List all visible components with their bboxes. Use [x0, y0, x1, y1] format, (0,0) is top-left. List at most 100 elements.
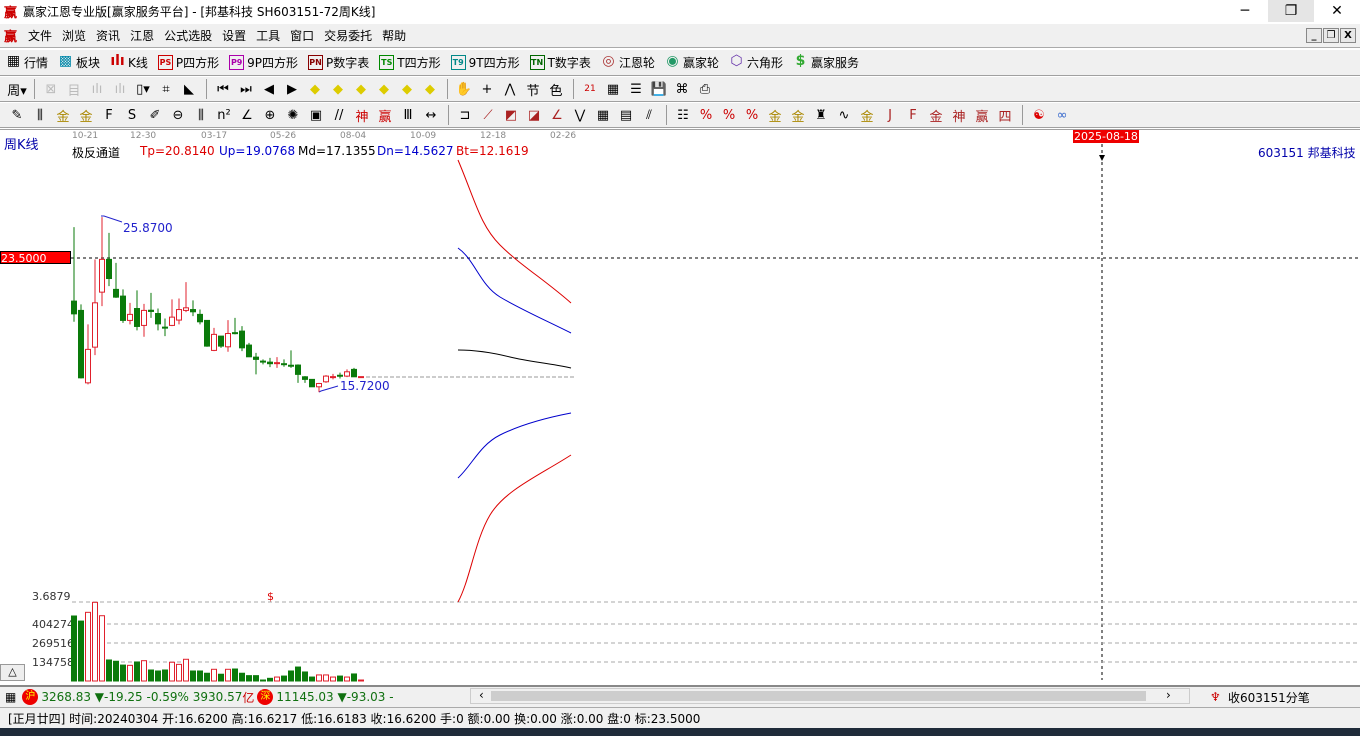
- toolbar-button-kline[interactable]: ılı K线: [110, 54, 148, 71]
- menu-item[interactable]: 文件: [23, 27, 57, 44]
- toolbar-button-dollar[interactable]: $ 赢家服务: [793, 54, 859, 71]
- pen-icon[interactable]: ✎: [6, 104, 28, 126]
- fib-icon[interactable]: F: [98, 104, 120, 126]
- last-icon[interactable]: ⏭: [235, 78, 257, 100]
- hand-icon[interactable]: ✋: [453, 78, 475, 100]
- vlines-icon[interactable]: ⫼: [29, 104, 51, 126]
- calendar-icon[interactable]: 21: [579, 78, 601, 100]
- slant-icon[interactable]: //: [328, 104, 350, 126]
- color-icon[interactable]: 色: [545, 78, 567, 100]
- grid-icon[interactable]: ▦: [592, 104, 614, 126]
- menu-item[interactable]: 窗口: [285, 27, 319, 44]
- print-icon[interactable]: ⎙: [694, 78, 716, 100]
- four-fan-icon[interactable]: 四: [994, 104, 1016, 126]
- n2-icon[interactable]: n²: [213, 104, 235, 126]
- gold-icon[interactable]: 金: [52, 104, 74, 126]
- toolbar-button-p9[interactable]: P9 9P四方形: [229, 54, 298, 71]
- target-icon[interactable]: ⊕: [259, 104, 281, 126]
- fan-icon[interactable]: ⟋: [477, 104, 499, 126]
- jie-icon[interactable]: 节: [522, 78, 544, 100]
- fan2-icon[interactable]: ◩: [500, 104, 522, 126]
- menu-item[interactable]: 公式选股: [159, 27, 217, 44]
- gann-fan-icon[interactable]: ∠: [546, 104, 568, 126]
- compass-icon[interactable]: ✺: [282, 104, 304, 126]
- minimize-button[interactable]: ─: [1222, 0, 1268, 22]
- toolbar-button-hexagon[interactable]: ⬡ 六角形: [729, 54, 783, 71]
- spiral-icon[interactable]: S: [121, 104, 143, 126]
- scroll-left-button[interactable]: ‹: [479, 688, 484, 702]
- square-icon[interactable]: ▣: [305, 104, 327, 126]
- mdi-close-button[interactable]: X: [1340, 28, 1356, 43]
- color-chart-icon[interactable]: ◣: [178, 78, 200, 100]
- diamond-vshrink-icon[interactable]: ◆: [396, 78, 418, 100]
- next-icon[interactable]: ▶: [281, 78, 303, 100]
- box-icon[interactable]: ⊐: [454, 104, 476, 126]
- menu-item[interactable]: 设置: [217, 27, 251, 44]
- quote-table-icon[interactable]: ▦: [5, 690, 16, 704]
- peak-icon[interactable]: ⋀: [499, 78, 521, 100]
- toolbar-button-ps[interactable]: PS P四方形: [157, 54, 219, 71]
- shenzhen-badge[interactable]: 深: [257, 689, 274, 705]
- gold-lines-icon[interactable]: 金: [787, 104, 809, 126]
- period-week-icon[interactable]: 周▾: [6, 78, 28, 100]
- scrollbar-thumb[interactable]: [491, 691, 1146, 701]
- toolbar-button-ts[interactable]: TS T四方形: [379, 54, 441, 71]
- toolbar-button-tn[interactable]: TN T数字表: [529, 54, 591, 71]
- save-icon[interactable]: 💾: [648, 78, 670, 100]
- close-button[interactable]: ✕: [1314, 0, 1360, 22]
- calculator-icon[interactable]: ▦: [602, 78, 624, 100]
- measure-icon[interactable]: ↔: [420, 104, 442, 126]
- mdi-minimize-button[interactable]: _: [1306, 28, 1322, 43]
- yinyang-icon[interactable]: ☯: [1028, 104, 1050, 126]
- percent-icon[interactable]: %: [718, 104, 740, 126]
- scroll-right-button[interactable]: ›: [1166, 688, 1171, 702]
- notes-icon[interactable]: ☰: [625, 78, 647, 100]
- menu-item[interactable]: 工具: [251, 27, 285, 44]
- infinity-icon[interactable]: ∞: [1051, 104, 1073, 126]
- disabled-tool-icon[interactable]: ⊠: [40, 78, 62, 100]
- j-fan-icon[interactable]: J: [879, 104, 901, 126]
- shanghai-badge[interactable]: 沪: [22, 689, 39, 705]
- vlines2-icon[interactable]: ⫼: [190, 104, 212, 126]
- pen2-icon[interactable]: ✐: [144, 104, 166, 126]
- disabled-chart3-icon[interactable]: ılı: [86, 78, 108, 100]
- angle-icon[interactable]: ∠: [236, 104, 258, 126]
- menu-item[interactable]: 交易委托: [319, 27, 377, 44]
- percent-slash-icon[interactable]: %: [695, 104, 717, 126]
- gold-circle-icon[interactable]: 金: [764, 104, 786, 126]
- diamond-right-icon[interactable]: ◆: [327, 78, 349, 100]
- network-icon[interactable]: ⌘: [671, 78, 693, 100]
- gold-fan-icon[interactable]: 金: [925, 104, 947, 126]
- first-icon[interactable]: ⏮: [212, 78, 234, 100]
- toolbar-button-winner-wheel[interactable]: ◉ 赢家轮: [665, 54, 719, 71]
- menu-item[interactable]: 帮助: [377, 27, 411, 44]
- horizontal-scrollbar[interactable]: ‹ ›: [470, 688, 1190, 704]
- disabled-chart9-icon[interactable]: ılı: [109, 78, 131, 100]
- menu-item[interactable]: 资讯: [91, 27, 125, 44]
- toolbar-button-t9[interactable]: T9 9T四方形: [450, 54, 520, 71]
- toolbar-button-sector[interactable]: ▩ 板块: [58, 54, 100, 71]
- toolbar-button-table[interactable]: ▦ 行情: [6, 54, 48, 71]
- ying-fan-icon[interactable]: 赢: [971, 104, 993, 126]
- diamond-shrink-icon[interactable]: ◆: [373, 78, 395, 100]
- mdi-restore-button[interactable]: ❐: [1323, 28, 1339, 43]
- rocket-icon[interactable]: ♜: [810, 104, 832, 126]
- gold2-icon[interactable]: 金: [75, 104, 97, 126]
- gold-bar-icon[interactable]: 金: [856, 104, 878, 126]
- f-fan-icon[interactable]: F: [902, 104, 924, 126]
- menu-item[interactable]: 江恩: [125, 27, 159, 44]
- tick-data-label[interactable]: 收603151分笔: [1228, 689, 1310, 706]
- candle-type-icon[interactable]: ▯▾: [132, 78, 154, 100]
- parallel-icon[interactable]: ⫽: [638, 104, 660, 126]
- circle-icon[interactable]: ⊖: [167, 104, 189, 126]
- menu-item[interactable]: 浏览: [57, 27, 91, 44]
- wave-icon[interactable]: ⋁: [569, 104, 591, 126]
- restore-button[interactable]: ❐: [1268, 0, 1314, 22]
- shen-icon[interactable]: 神: [351, 104, 373, 126]
- grid2-icon[interactable]: ▤: [615, 104, 637, 126]
- diamond-left-icon[interactable]: ◆: [304, 78, 326, 100]
- shen-fan-icon[interactable]: 神: [948, 104, 970, 126]
- ying-icon[interactable]: 赢: [374, 104, 396, 126]
- percent-lines-icon[interactable]: %: [741, 104, 763, 126]
- diamond-vexpand-icon[interactable]: ◆: [419, 78, 441, 100]
